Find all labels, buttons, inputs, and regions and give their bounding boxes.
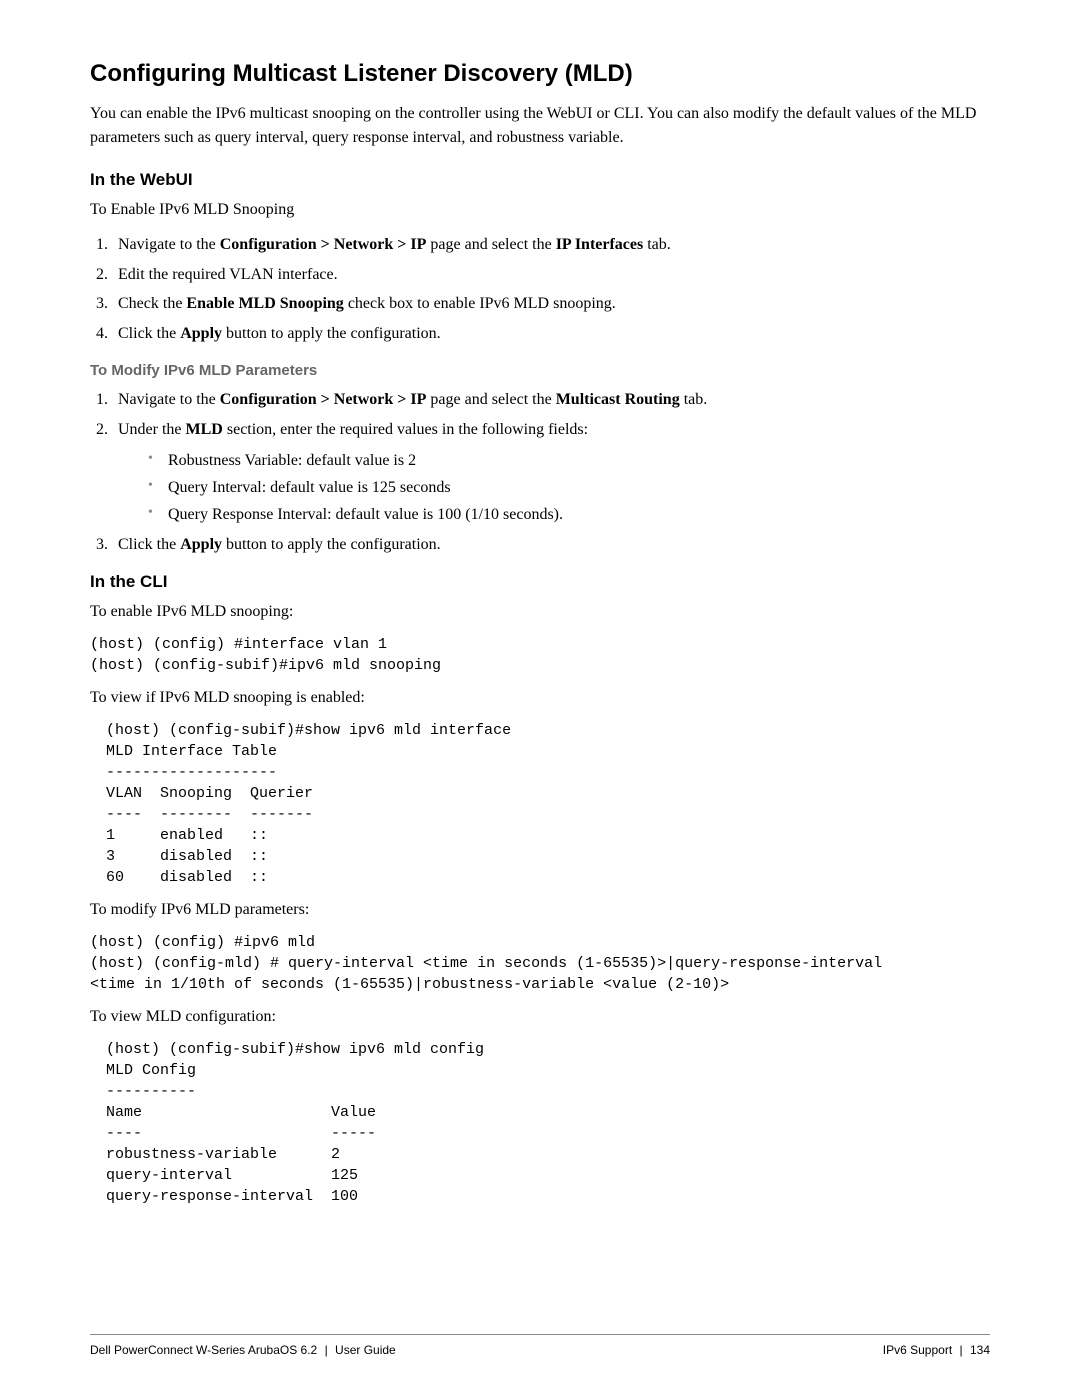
doc-type: User Guide xyxy=(335,1343,396,1357)
modify-steps: Navigate to the Configuration > Network … xyxy=(90,387,990,557)
text: section, enter the required values in th… xyxy=(223,421,588,438)
list-item: Check the Enable MLD Snooping check box … xyxy=(112,291,990,317)
checkbox-label: Enable MLD Snooping xyxy=(186,295,343,312)
mld-fields-list: Robustness Variable: default value is 2 … xyxy=(118,447,990,529)
list-item: Navigate to the Configuration > Network … xyxy=(112,232,990,258)
text: page and select the xyxy=(426,391,555,408)
text: Check the xyxy=(118,295,186,312)
text: tab. xyxy=(680,391,708,408)
button-label: Apply xyxy=(180,536,222,553)
webui-steps: Navigate to the Configuration > Network … xyxy=(90,232,990,346)
text: Navigate to the xyxy=(118,391,220,408)
separator: | xyxy=(325,1343,328,1357)
nav-path: Configuration > Network > IP xyxy=(220,236,427,253)
footer-left: Dell PowerConnect W-Series ArubaOS 6.2 |… xyxy=(90,1343,396,1357)
list-item: Robustness Variable: default value is 2 xyxy=(148,447,990,474)
text: button to apply the configuration. xyxy=(222,536,441,553)
cli-lead-2: To view if IPv6 MLD snooping is enabled: xyxy=(90,686,990,710)
nav-path: Configuration > Network > IP xyxy=(220,391,427,408)
section-name: MLD xyxy=(186,421,223,438)
list-item: Query Interval: default value is 125 sec… xyxy=(148,474,990,501)
page-number: 134 xyxy=(970,1343,990,1357)
list-item: Click the Apply button to apply the conf… xyxy=(112,321,990,347)
product-name: Dell PowerConnect W-Series ArubaOS 6.2 xyxy=(90,1343,317,1357)
list-item: Navigate to the Configuration > Network … xyxy=(112,387,990,413)
tab-name: Multicast Routing xyxy=(556,391,680,408)
text: Click the xyxy=(118,325,180,342)
code-block-enable: (host) (config) #interface vlan 1 (host)… xyxy=(90,634,990,676)
list-item: Under the MLD section, enter the require… xyxy=(112,417,990,528)
tab-name: IP Interfaces xyxy=(556,236,644,253)
section-modify-heading: To Modify IPv6 MLD Parameters xyxy=(90,362,990,379)
chapter-name: IPv6 Support xyxy=(883,1343,952,1357)
text: Click the xyxy=(118,536,180,553)
text: tab. xyxy=(643,236,671,253)
section-cli-heading: In the CLI xyxy=(90,572,990,592)
cli-lead-4: To view MLD configuration: xyxy=(90,1005,990,1029)
webui-lead: To Enable IPv6 MLD Snooping xyxy=(90,198,990,222)
button-label: Apply xyxy=(180,325,222,342)
text: Navigate to the xyxy=(118,236,220,253)
intro-paragraph: You can enable the IPv6 multicast snoopi… xyxy=(90,102,990,150)
list-item: Click the Apply button to apply the conf… xyxy=(112,532,990,558)
text: button to apply the configuration. xyxy=(222,325,441,342)
separator: | xyxy=(960,1343,963,1357)
code-block-interface-table: (host) (config-subif)#show ipv6 mld inte… xyxy=(106,720,990,888)
page-footer: Dell PowerConnect W-Series ArubaOS 6.2 |… xyxy=(90,1334,990,1357)
text: check box to enable IPv6 MLD snooping. xyxy=(344,295,616,312)
code-block-config: (host) (config-subif)#show ipv6 mld conf… xyxy=(106,1039,990,1207)
cli-lead-1: To enable IPv6 MLD snooping: xyxy=(90,600,990,624)
text: Under the xyxy=(118,421,186,438)
list-item: Edit the required VLAN interface. xyxy=(112,262,990,288)
footer-right: IPv6 Support | 134 xyxy=(883,1343,990,1357)
cli-lead-3: To modify IPv6 MLD parameters: xyxy=(90,898,990,922)
list-item: Query Response Interval: default value i… xyxy=(148,501,990,528)
page-title: Configuring Multicast Listener Discovery… xyxy=(90,60,990,88)
text: page and select the xyxy=(426,236,555,253)
section-webui-heading: In the WebUI xyxy=(90,170,990,190)
code-block-modify: (host) (config) #ipv6 mld (host) (config… xyxy=(90,932,990,995)
